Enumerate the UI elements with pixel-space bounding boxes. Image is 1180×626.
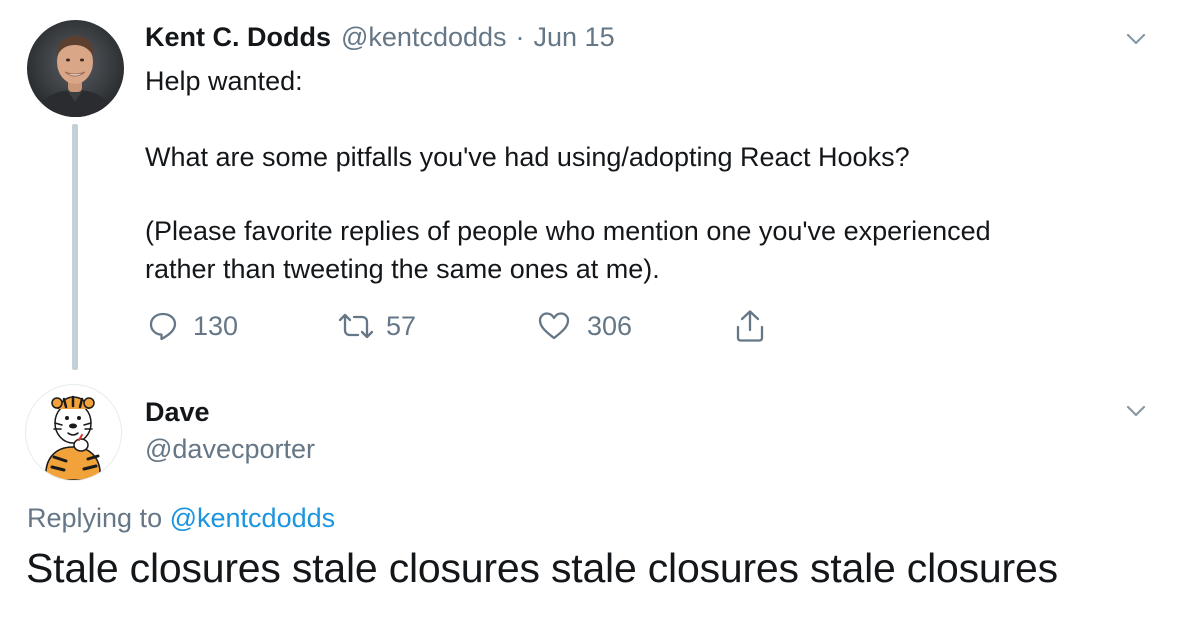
reply-count: 130: [193, 310, 239, 341]
tweet-text-line-2: What are some pitfalls you've had using/…: [145, 142, 910, 172]
tiger-cartoon-icon: [45, 395, 101, 480]
tweet-text-line-1: Help wanted:: [145, 66, 303, 96]
replying-to-line: Replying to @kentcdodds: [27, 503, 335, 534]
person-photo-icon: [35, 36, 116, 117]
tweet-menu-button[interactable]: [1123, 26, 1149, 57]
tweet-text-line-4: rather than tweeting the same ones at me…: [145, 254, 660, 284]
like-count: 306: [587, 310, 633, 341]
retweet-icon: [338, 313, 374, 339]
heart-icon: [538, 312, 570, 340]
tweet-header: Kent C. Dodds @kentcdodds · Jun 15: [145, 22, 615, 53]
header-separator: ·: [515, 22, 525, 52]
reply-action[interactable]: 130: [147, 306, 238, 346]
reply-author-avatar[interactable]: [25, 384, 122, 481]
chevron-down-icon: [1126, 405, 1146, 417]
replying-to-label: Replying to: [27, 503, 163, 533]
thread-connector-line: [72, 124, 78, 370]
author-handle[interactable]: @kentcdodds: [341, 22, 507, 53]
replying-to-mention-link[interactable]: @kentcdodds: [170, 503, 336, 533]
reply-text: Stale closures stale closures stale clos…: [26, 545, 1058, 591]
like-action[interactable]: 306: [537, 306, 632, 346]
chevron-down-icon: [1126, 33, 1146, 45]
share-icon: [736, 310, 764, 342]
reply-author-name[interactable]: Dave: [145, 397, 210, 428]
reply-menu-button[interactable]: [1123, 398, 1149, 429]
retweet-count: 57: [386, 310, 417, 341]
share-action[interactable]: [734, 306, 766, 346]
retweet-action[interactable]: 57: [336, 306, 416, 346]
reply-author-handle[interactable]: @davecporter: [145, 434, 315, 465]
author-avatar[interactable]: [27, 20, 124, 117]
tweet-text-line-3: (Please favorite replies of people who m…: [145, 216, 991, 246]
tweet-date[interactable]: Jun 15: [534, 22, 615, 53]
author-name[interactable]: Kent C. Dodds: [145, 22, 331, 53]
reply-icon: [149, 312, 177, 341]
